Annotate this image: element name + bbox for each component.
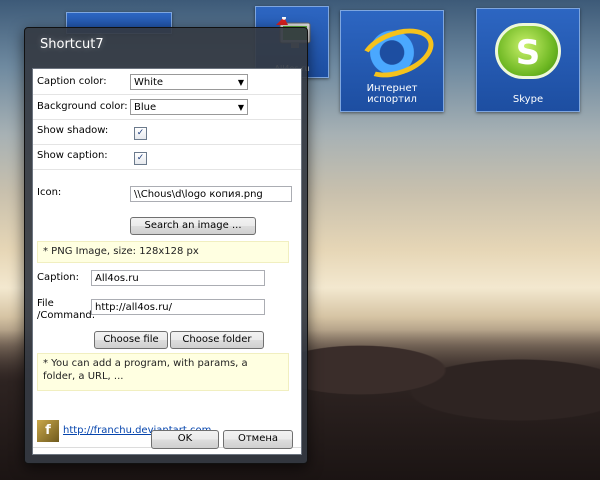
caption-color-label: Caption color: xyxy=(37,76,107,87)
file-command-label: File /Command: xyxy=(37,298,95,322)
image-size-note: * PNG Image, size: 128x128 px xyxy=(37,241,289,263)
chevron-down-icon: ▼ xyxy=(237,78,244,87)
show-shadow-row: Show shadow: ✓ xyxy=(33,119,301,145)
show-shadow-checkbox[interactable]: ✓ xyxy=(134,127,147,140)
show-caption-row: Show caption: ✓ xyxy=(33,144,301,170)
desktop-tile-skype[interactable]: S Skype xyxy=(476,8,580,112)
caption-color-value: White xyxy=(134,77,164,88)
dialog-client-area: Caption color: White ▼ Background color:… xyxy=(32,68,302,455)
desktop-tile-ie[interactable]: Интернет испортил xyxy=(340,10,444,112)
icon-path-input[interactable]: \\Chous\d\logo копия.png xyxy=(130,186,292,202)
chevron-down-icon: ▼ xyxy=(237,103,244,112)
caption-color-row: Caption color: White ▼ xyxy=(33,69,301,95)
program-note: * You can add a program, with params, a … xyxy=(37,353,289,391)
file-command-label-line2: /Command: xyxy=(37,310,96,321)
show-caption-label: Show caption: xyxy=(37,150,108,161)
ok-button[interactable]: OK xyxy=(151,430,219,449)
franchu-logo-icon: f xyxy=(37,420,59,442)
icon-label: Icon: xyxy=(37,187,62,198)
choose-file-button[interactable]: Choose file xyxy=(94,331,168,349)
show-shadow-label: Show shadow: xyxy=(37,125,109,136)
tile-caption-skype: Skype xyxy=(512,94,544,105)
file-command-input[interactable]: http://all4os.ru/ xyxy=(91,299,265,315)
cancel-button[interactable]: Отмена xyxy=(223,430,293,449)
search-image-button[interactable]: Search an image ... xyxy=(130,217,256,235)
caption-color-select[interactable]: White ▼ xyxy=(130,74,248,90)
caption-label: Caption: xyxy=(37,272,79,283)
show-caption-checkbox[interactable]: ✓ xyxy=(134,152,147,165)
skype-icon: S xyxy=(495,23,561,79)
background-color-label: Background color: xyxy=(37,101,128,112)
tile-caption-ie: Интернет испортил xyxy=(366,83,418,105)
file-command-label-line1: File xyxy=(37,298,54,309)
internet-explorer-ring xyxy=(353,19,441,87)
background-color-row: Background color: Blue ▼ xyxy=(33,94,301,120)
choose-folder-button[interactable]: Choose folder xyxy=(170,331,264,349)
background-color-value: Blue xyxy=(134,102,157,113)
dialog-title: Shortcut7 xyxy=(40,37,104,52)
background-color-select[interactable]: Blue ▼ xyxy=(130,99,248,115)
shortcut-settings-dialog: Shortcut7 Caption color: White ▼ Backgro… xyxy=(24,27,308,464)
caption-input[interactable]: All4os.ru xyxy=(91,270,265,286)
